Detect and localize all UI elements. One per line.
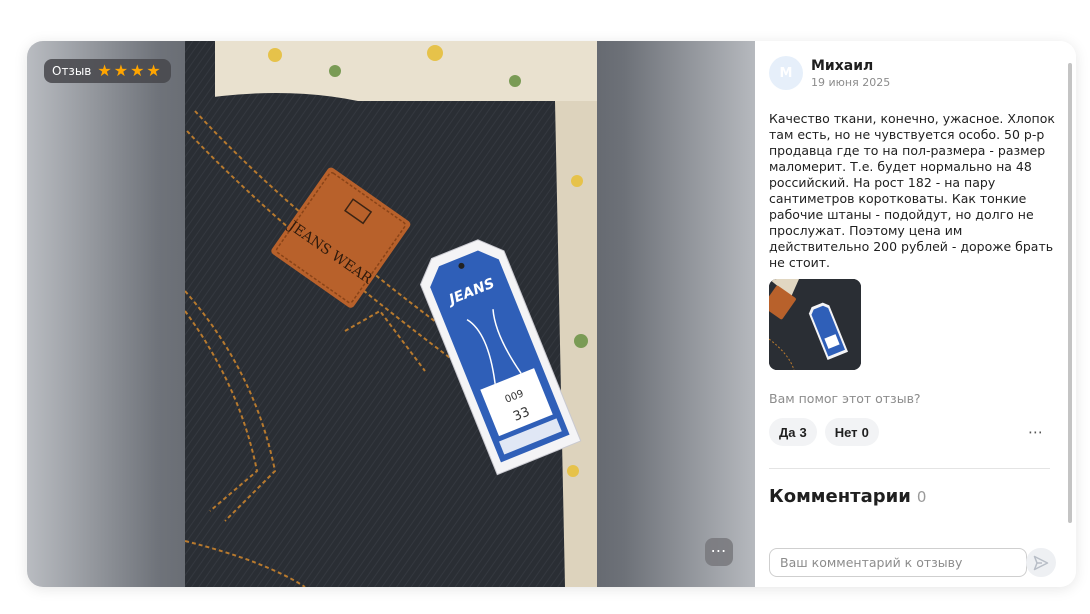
- review-photo-thumbnail[interactable]: [769, 279, 861, 370]
- vote-yes-count: 3: [799, 424, 807, 440]
- author-name: Михаил: [811, 57, 874, 74]
- send-comment-button[interactable]: [1026, 548, 1056, 577]
- review-badge-label: Отзыв: [52, 64, 92, 78]
- vote-no-count: 0: [861, 424, 869, 440]
- star-icon: ★: [113, 61, 129, 80]
- vote-yes-label: Да: [779, 424, 796, 440]
- avatar: М: [769, 56, 803, 90]
- jeans-photo-illustration: JEANS WEAR JEANS 009 33: [185, 41, 597, 587]
- thumbnail-illustration: [769, 279, 861, 370]
- review-photo: JEANS WEAR JEANS 009 33: [185, 41, 597, 587]
- media-more-options-button[interactable]: ⋯: [705, 538, 733, 566]
- panel-scrollbar[interactable]: [1068, 63, 1072, 523]
- comment-input[interactable]: [769, 548, 1027, 577]
- review-author: М Михаил 19 июня 2025: [769, 56, 890, 90]
- comments-heading: Комментарии 0: [769, 486, 926, 507]
- vote-no-button[interactable]: Нет 0: [824, 418, 879, 446]
- review-text: Качество ткани, конечно, ужасное. Хлопок…: [769, 111, 1055, 270]
- review-more-options-button[interactable]: ⋯: [1023, 423, 1049, 441]
- media-viewer[interactable]: JEANS WEAR JEANS 009 33 Отзыв ★ ★ ★ ★ ⋯: [27, 41, 755, 587]
- review-modal: JEANS WEAR JEANS 009 33 Отзыв ★ ★ ★ ★ ⋯ …: [27, 41, 1076, 587]
- vote-no-label: Нет: [834, 424, 858, 440]
- avatar-initial: М: [779, 65, 793, 81]
- rating-stars: ★ ★ ★ ★: [97, 63, 160, 79]
- star-icon: ★: [97, 61, 112, 80]
- comments-count: 0: [916, 488, 927, 506]
- more-horizontal-icon: ⋯: [1028, 423, 1044, 441]
- review-panel: М Михаил 19 июня 2025 Качество ткани, ко…: [755, 41, 1076, 587]
- helpful-question: Вам помог этот отзыв?: [769, 391, 921, 406]
- more-horizontal-icon: ⋯: [710, 541, 728, 560]
- send-icon: [1033, 555, 1049, 570]
- divider: [769, 468, 1050, 469]
- star-icon: ★: [146, 61, 161, 80]
- helpful-vote-row: Да 3 Нет 0: [769, 418, 879, 446]
- review-badge: Отзыв ★ ★ ★ ★: [44, 59, 171, 83]
- review-date: 19 июня 2025: [811, 75, 891, 89]
- vote-yes-button[interactable]: Да 3: [769, 418, 817, 446]
- comments-title: Комментарии: [769, 486, 911, 507]
- star-icon: ★: [130, 61, 145, 80]
